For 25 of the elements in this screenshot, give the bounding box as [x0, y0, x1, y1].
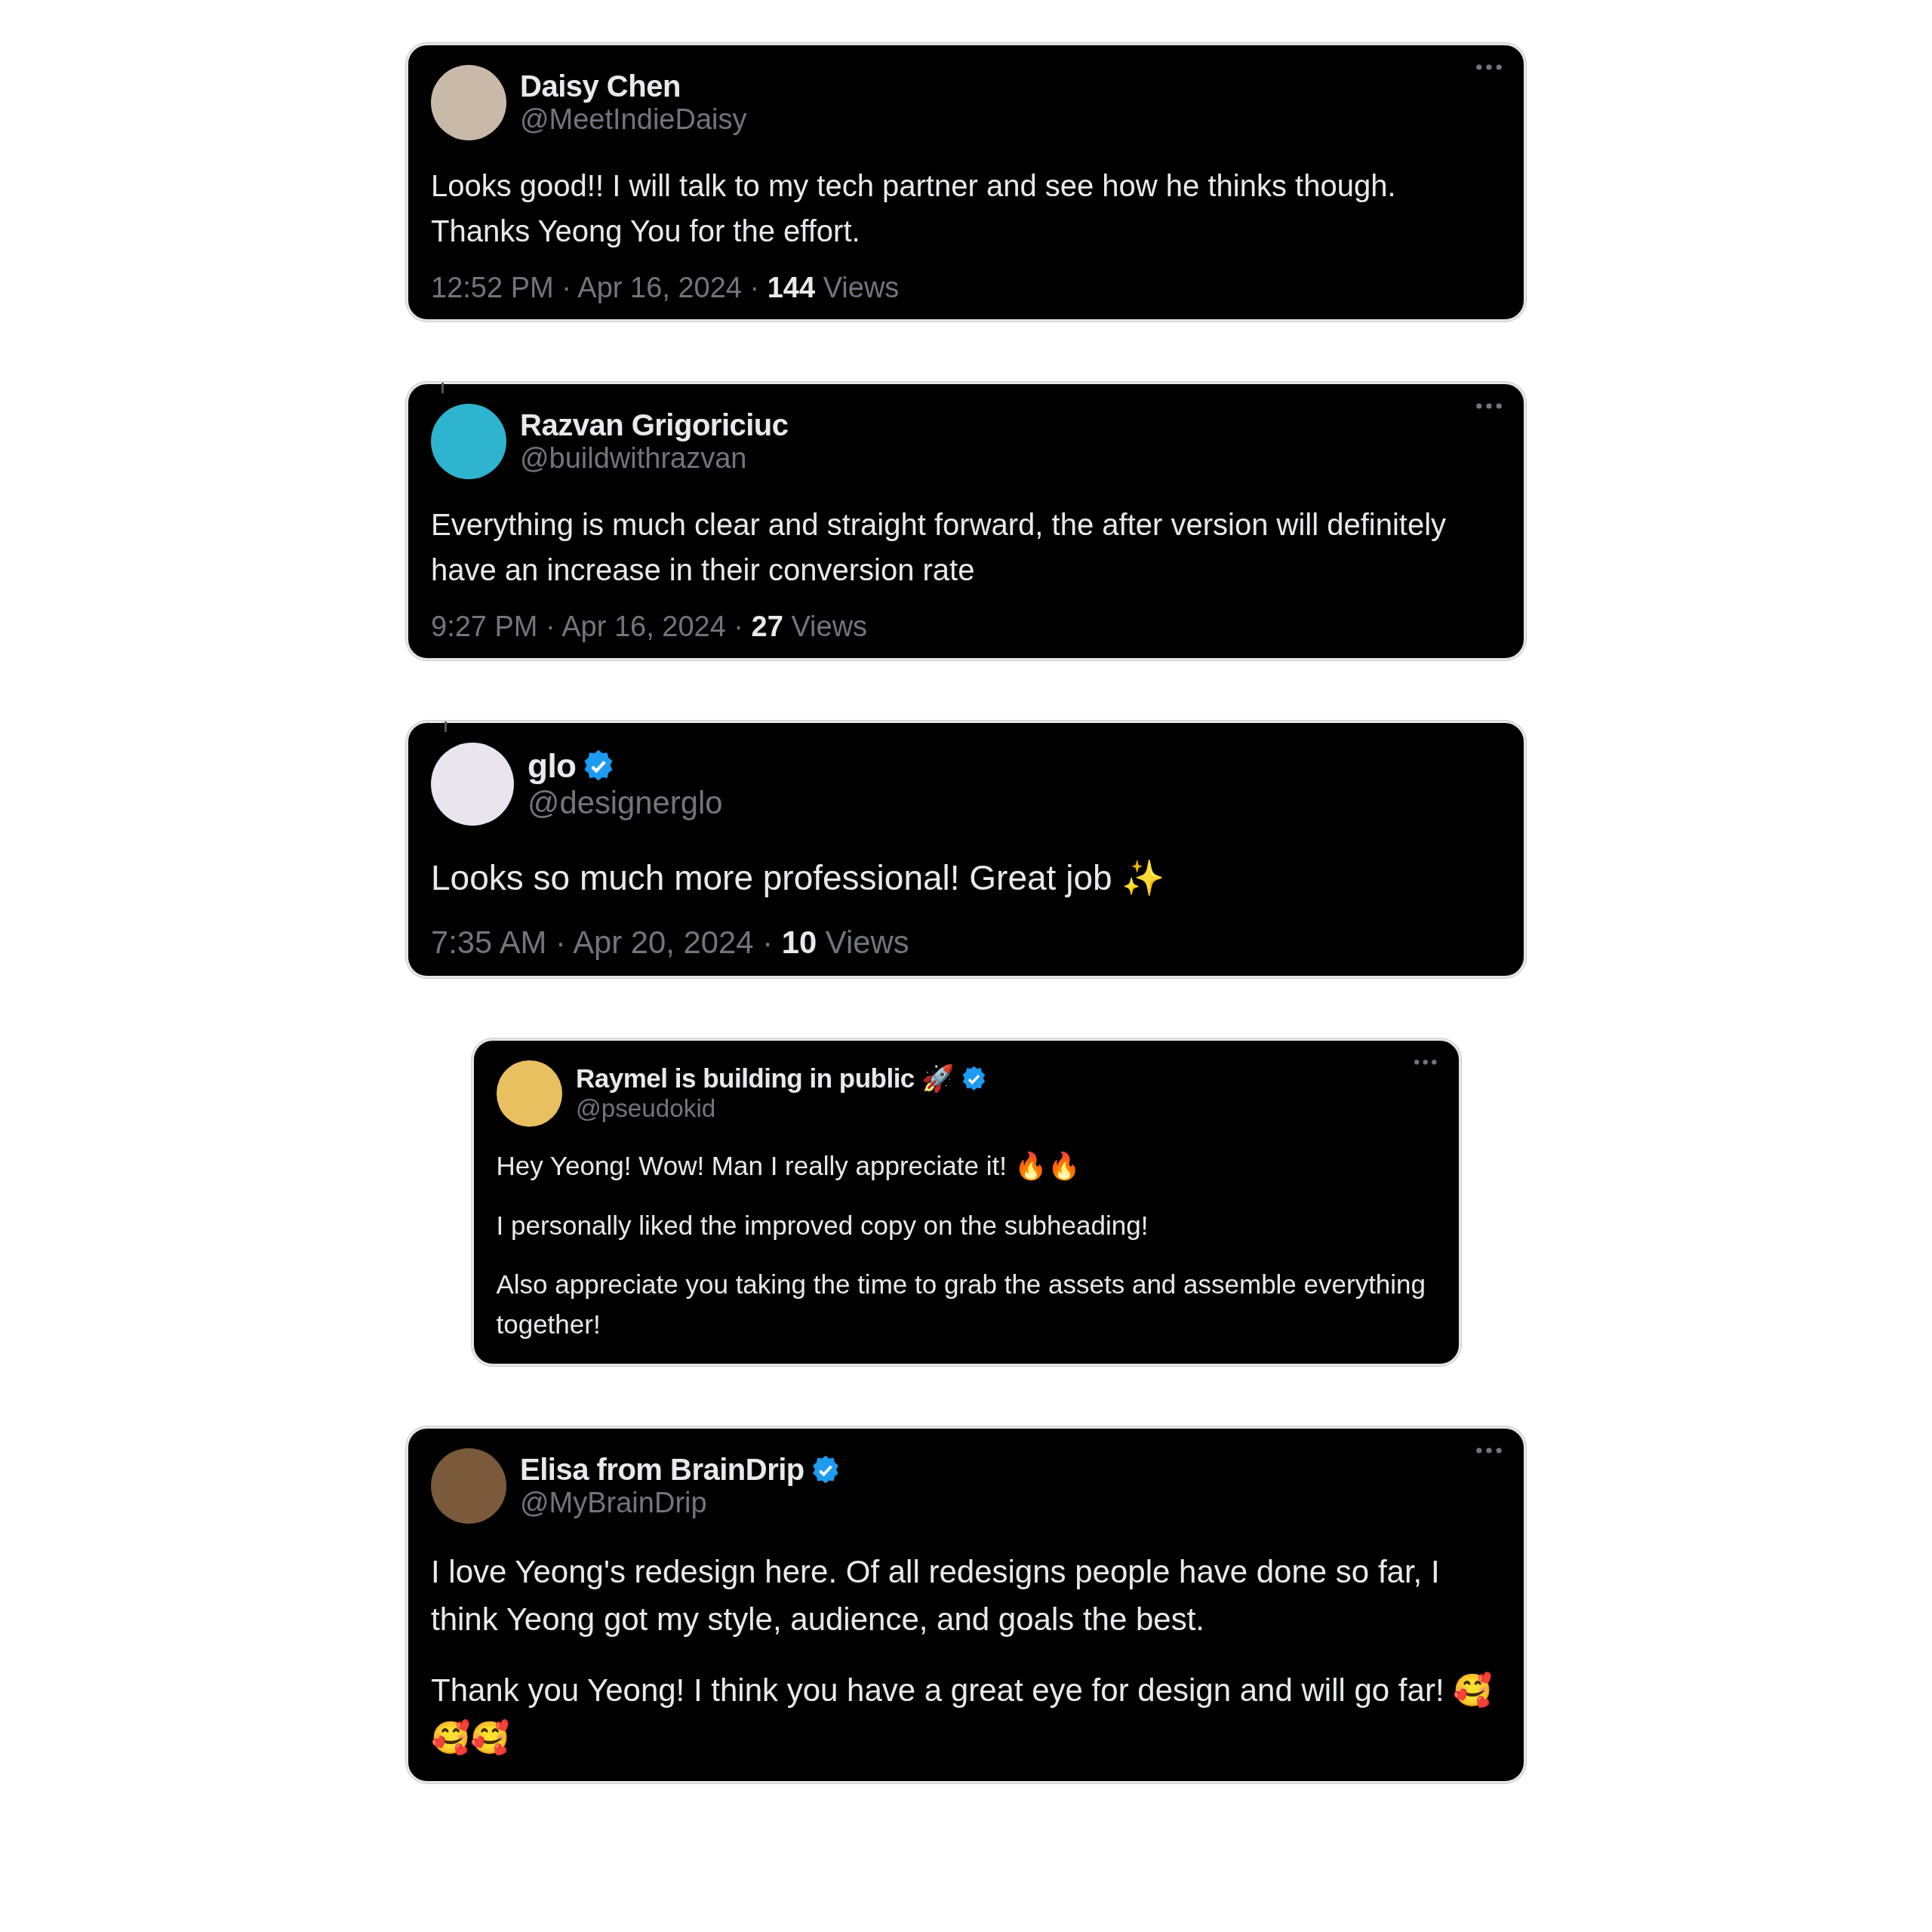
user-handle[interactable]: @MyBrainDrip: [520, 1487, 1501, 1520]
more-options-icon[interactable]: [1475, 402, 1503, 410]
display-name[interactable]: glo: [528, 747, 577, 785]
display-name[interactable]: Razvan Grigoriciuc: [520, 408, 789, 442]
display-name[interactable]: Raymel is building in public 🚀: [576, 1063, 955, 1095]
tweet-text: Thank you Yeong! I think you have a great eye for design and will go far! 🥰🥰🥰: [431, 1671, 1494, 1758]
tweet-text: I love Yeong's redesign here. Of all redesigns people have done so far, I think Yeong got my style, audience, and goals the best.: [431, 1552, 1441, 1638]
user-handle[interactable]: @pseudokid: [576, 1094, 1436, 1124]
tweet-text: Looks good!! I will talk to my tech partner and see how he thinks though. Thanks Yeong You for the effort.: [431, 168, 1397, 249]
tweet-text: Hey Yeong! Wow! Man I really appreciate it! 🔥🔥: [496, 1149, 1081, 1183]
more-options-icon[interactable]: [1475, 63, 1503, 71]
more-options-icon[interactable]: [1414, 1059, 1438, 1066]
user-handle[interactable]: @designerglo: [528, 785, 1501, 821]
display-name[interactable]: Daisy Chen: [520, 69, 681, 103]
tweet-text: Also appreciate you taking the time to grab the assets and assemble everything together!: [496, 1269, 1427, 1340]
tweet-meta: 7:35 AM · Apr 20, 2024 · 10 Views: [431, 924, 910, 961]
user-handle[interactable]: @MeetIndieDaisy: [520, 103, 1501, 136]
user-handle[interactable]: @buildwithrazvan: [520, 442, 1501, 475]
more-options-icon[interactable]: [1475, 1447, 1503, 1455]
tweet-text: Everything is much clear and straight forward, the after version will definitely have an increase in their conversion rate: [431, 507, 1447, 588]
tweet-meta: 9:27 PM · Apr 16, 2024 · 27 Views: [431, 611, 869, 643]
display-name[interactable]: Elisa from BrainDrip: [520, 1453, 804, 1487]
tweet-text: Looks so much more professional! Great job ✨: [431, 857, 1166, 899]
tweet-meta: 12:52 PM · Apr 16, 2024 · 144 Views: [431, 272, 900, 304]
tweet-text: I personally liked the improved copy on the subheading!: [496, 1209, 1149, 1241]
